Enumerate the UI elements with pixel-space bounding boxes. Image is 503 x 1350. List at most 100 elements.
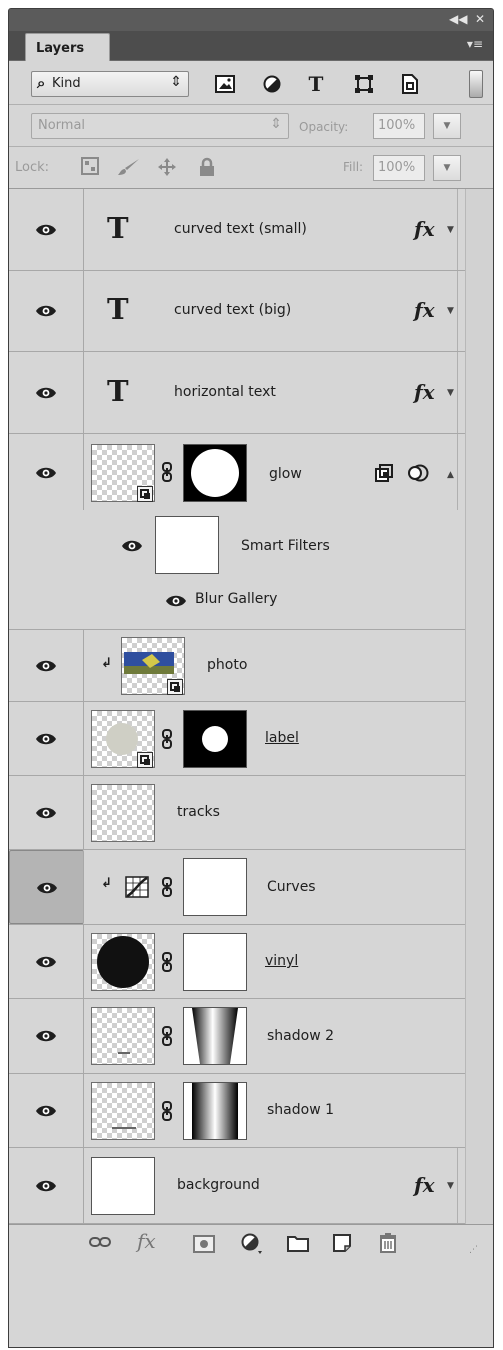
mask-link-icon[interactable] <box>161 1026 173 1046</box>
mask-link-icon[interactable] <box>161 462 173 482</box>
layer-row-curved-text-small[interactable]: T curved text (small) fx ▼ <box>9 189 465 271</box>
lock-image-pixels-icon[interactable] <box>117 157 141 182</box>
layer-name[interactable]: label <box>265 730 299 746</box>
eye-icon[interactable] <box>35 806 57 820</box>
eye-icon[interactable] <box>165 594 187 608</box>
eye-icon[interactable] <box>121 539 143 553</box>
visibility-toggle[interactable] <box>9 1148 84 1223</box>
visibility-toggle[interactable] <box>9 271 84 351</box>
layer-name[interactable]: background <box>177 1177 260 1193</box>
panel-title-bar[interactable]: ◀◀ ✕ <box>9 9 493 31</box>
mask-link-icon[interactable] <box>161 952 173 972</box>
kind-filter-select[interactable]: ⌕ Kind ⇕ <box>31 71 189 97</box>
lock-position-icon[interactable] <box>157 157 177 182</box>
collapse-effects-icon[interactable]: ▲ <box>447 470 454 480</box>
opacity-dropdown-button[interactable]: ▼ <box>433 113 461 139</box>
new-adjustment-layer-icon[interactable] <box>241 1233 263 1259</box>
layer-row-horizontal-text[interactable]: T horizontal text fx ▼ <box>9 352 465 434</box>
layer-row-vinyl[interactable]: vinyl <box>9 925 465 999</box>
layer-thumbnail[interactable] <box>91 1157 155 1215</box>
layer-name[interactable]: vinyl <box>265 953 298 969</box>
visibility-toggle[interactable] <box>9 925 84 998</box>
layer-thumbnail[interactable] <box>91 1082 155 1140</box>
eye-icon[interactable] <box>35 955 57 969</box>
curves-adjustment-icon[interactable] <box>125 876 149 902</box>
fx-icon[interactable]: fx <box>414 298 435 322</box>
visibility-toggle[interactable] <box>9 189 84 270</box>
image-filter-icon[interactable] <box>214 73 236 95</box>
expand-effects-icon[interactable]: ▼ <box>447 388 454 398</box>
layer-mask-thumbnail[interactable] <box>183 444 247 502</box>
visibility-toggle[interactable] <box>9 1074 84 1147</box>
layer-thumbnail[interactable] <box>91 933 155 991</box>
visibility-toggle[interactable] <box>9 850 84 924</box>
layer-row-tracks[interactable]: tracks <box>9 776 465 850</box>
collapse-icon[interactable]: ◀◀ <box>449 12 467 26</box>
shape-filter-icon[interactable] <box>353 73 375 95</box>
smart-filter-mask-thumbnail[interactable] <box>155 516 219 574</box>
layer-row-shadow-1[interactable]: shadow 1 <box>9 1074 465 1148</box>
layer-mask-thumbnail[interactable] <box>183 933 247 991</box>
layer-name[interactable]: curved text (big) <box>174 302 291 318</box>
smart-object-filter-icon[interactable] <box>399 73 421 95</box>
layer-row-photo[interactable]: ↲ photo <box>9 630 465 702</box>
new-layer-icon[interactable] <box>333 1234 351 1256</box>
layer-name[interactable]: shadow 2 <box>267 1028 334 1044</box>
eye-icon[interactable] <box>35 732 57 746</box>
tab-layers[interactable]: Layers <box>25 33 110 62</box>
layer-thumbnail[interactable] <box>91 784 155 842</box>
mask-link-icon[interactable] <box>161 729 173 749</box>
eye-icon[interactable] <box>35 1104 57 1118</box>
expand-effects-icon[interactable]: ▼ <box>447 225 454 235</box>
type-filter-icon[interactable]: T <box>305 72 327 96</box>
fill-input[interactable]: 100% <box>373 155 425 181</box>
visibility-toggle[interactable] <box>9 434 84 510</box>
layers-scrollbar[interactable] <box>465 189 493 1224</box>
adjustment-filter-icon[interactable] <box>261 73 283 95</box>
blend-mode-select[interactable]: Normal ⇕ <box>31 113 289 139</box>
layer-name[interactable]: shadow 1 <box>267 1102 334 1118</box>
delete-layer-icon[interactable] <box>379 1233 397 1257</box>
layer-name[interactable]: tracks <box>177 804 220 820</box>
eye-icon[interactable] <box>35 1029 57 1043</box>
visibility-toggle[interactable] <box>9 630 84 701</box>
layer-row-background[interactable]: background fx ▼ <box>9 1148 465 1224</box>
fill-dropdown-button[interactable]: ▼ <box>433 155 461 181</box>
close-icon[interactable]: ✕ <box>475 12 485 26</box>
mask-link-icon[interactable] <box>161 1101 173 1121</box>
visibility-toggle[interactable] <box>9 702 84 775</box>
new-group-icon[interactable] <box>287 1234 309 1256</box>
layer-name[interactable]: photo <box>207 657 247 673</box>
resize-grip-icon[interactable]: ⋰ <box>469 1245 478 1255</box>
lock-transparent-pixels-icon[interactable] <box>81 157 99 180</box>
layer-name[interactable]: curved text (small) <box>174 221 307 237</box>
layer-row-shadow-2[interactable]: shadow 2 <box>9 999 465 1074</box>
layer-row-label[interactable]: label <box>9 702 465 776</box>
visibility-toggle[interactable] <box>9 352 84 433</box>
mask-link-icon[interactable] <box>161 877 173 897</box>
eye-icon[interactable] <box>35 659 57 673</box>
layer-name[interactable]: glow <box>269 466 302 482</box>
eye-icon[interactable] <box>35 223 57 237</box>
filter-toggle-switch[interactable] <box>469 70 483 98</box>
layer-mask-thumbnail[interactable] <box>183 858 247 916</box>
eye-icon[interactable] <box>35 304 57 318</box>
eye-icon[interactable] <box>36 881 58 895</box>
layer-mask-thumbnail[interactable] <box>183 710 247 768</box>
smart-filters-label[interactable]: Smart Filters <box>241 538 330 554</box>
fx-icon[interactable]: fx <box>414 217 435 241</box>
layer-row-curves[interactable]: ↲ Curves <box>9 850 465 925</box>
layer-mask-thumbnail[interactable] <box>183 1082 247 1140</box>
fx-icon[interactable]: fx <box>414 380 435 404</box>
layer-thumbnail[interactable] <box>91 1007 155 1065</box>
layer-name[interactable]: horizontal text <box>174 384 276 400</box>
layer-row-curved-text-big[interactable]: T curved text (big) fx ▼ <box>9 271 465 352</box>
layer-row-glow[interactable]: glow ▲ Smart Filters Blur Gallery <box>9 434 465 630</box>
lock-all-icon[interactable] <box>199 157 215 182</box>
fx-icon[interactable]: fx <box>414 1173 435 1197</box>
add-layer-style-icon[interactable]: fx <box>137 1229 156 1253</box>
layer-name[interactable]: Curves <box>267 879 316 895</box>
eye-icon[interactable] <box>35 386 57 400</box>
expand-effects-icon[interactable]: ▼ <box>447 1181 454 1191</box>
expand-effects-icon[interactable]: ▼ <box>447 306 454 316</box>
